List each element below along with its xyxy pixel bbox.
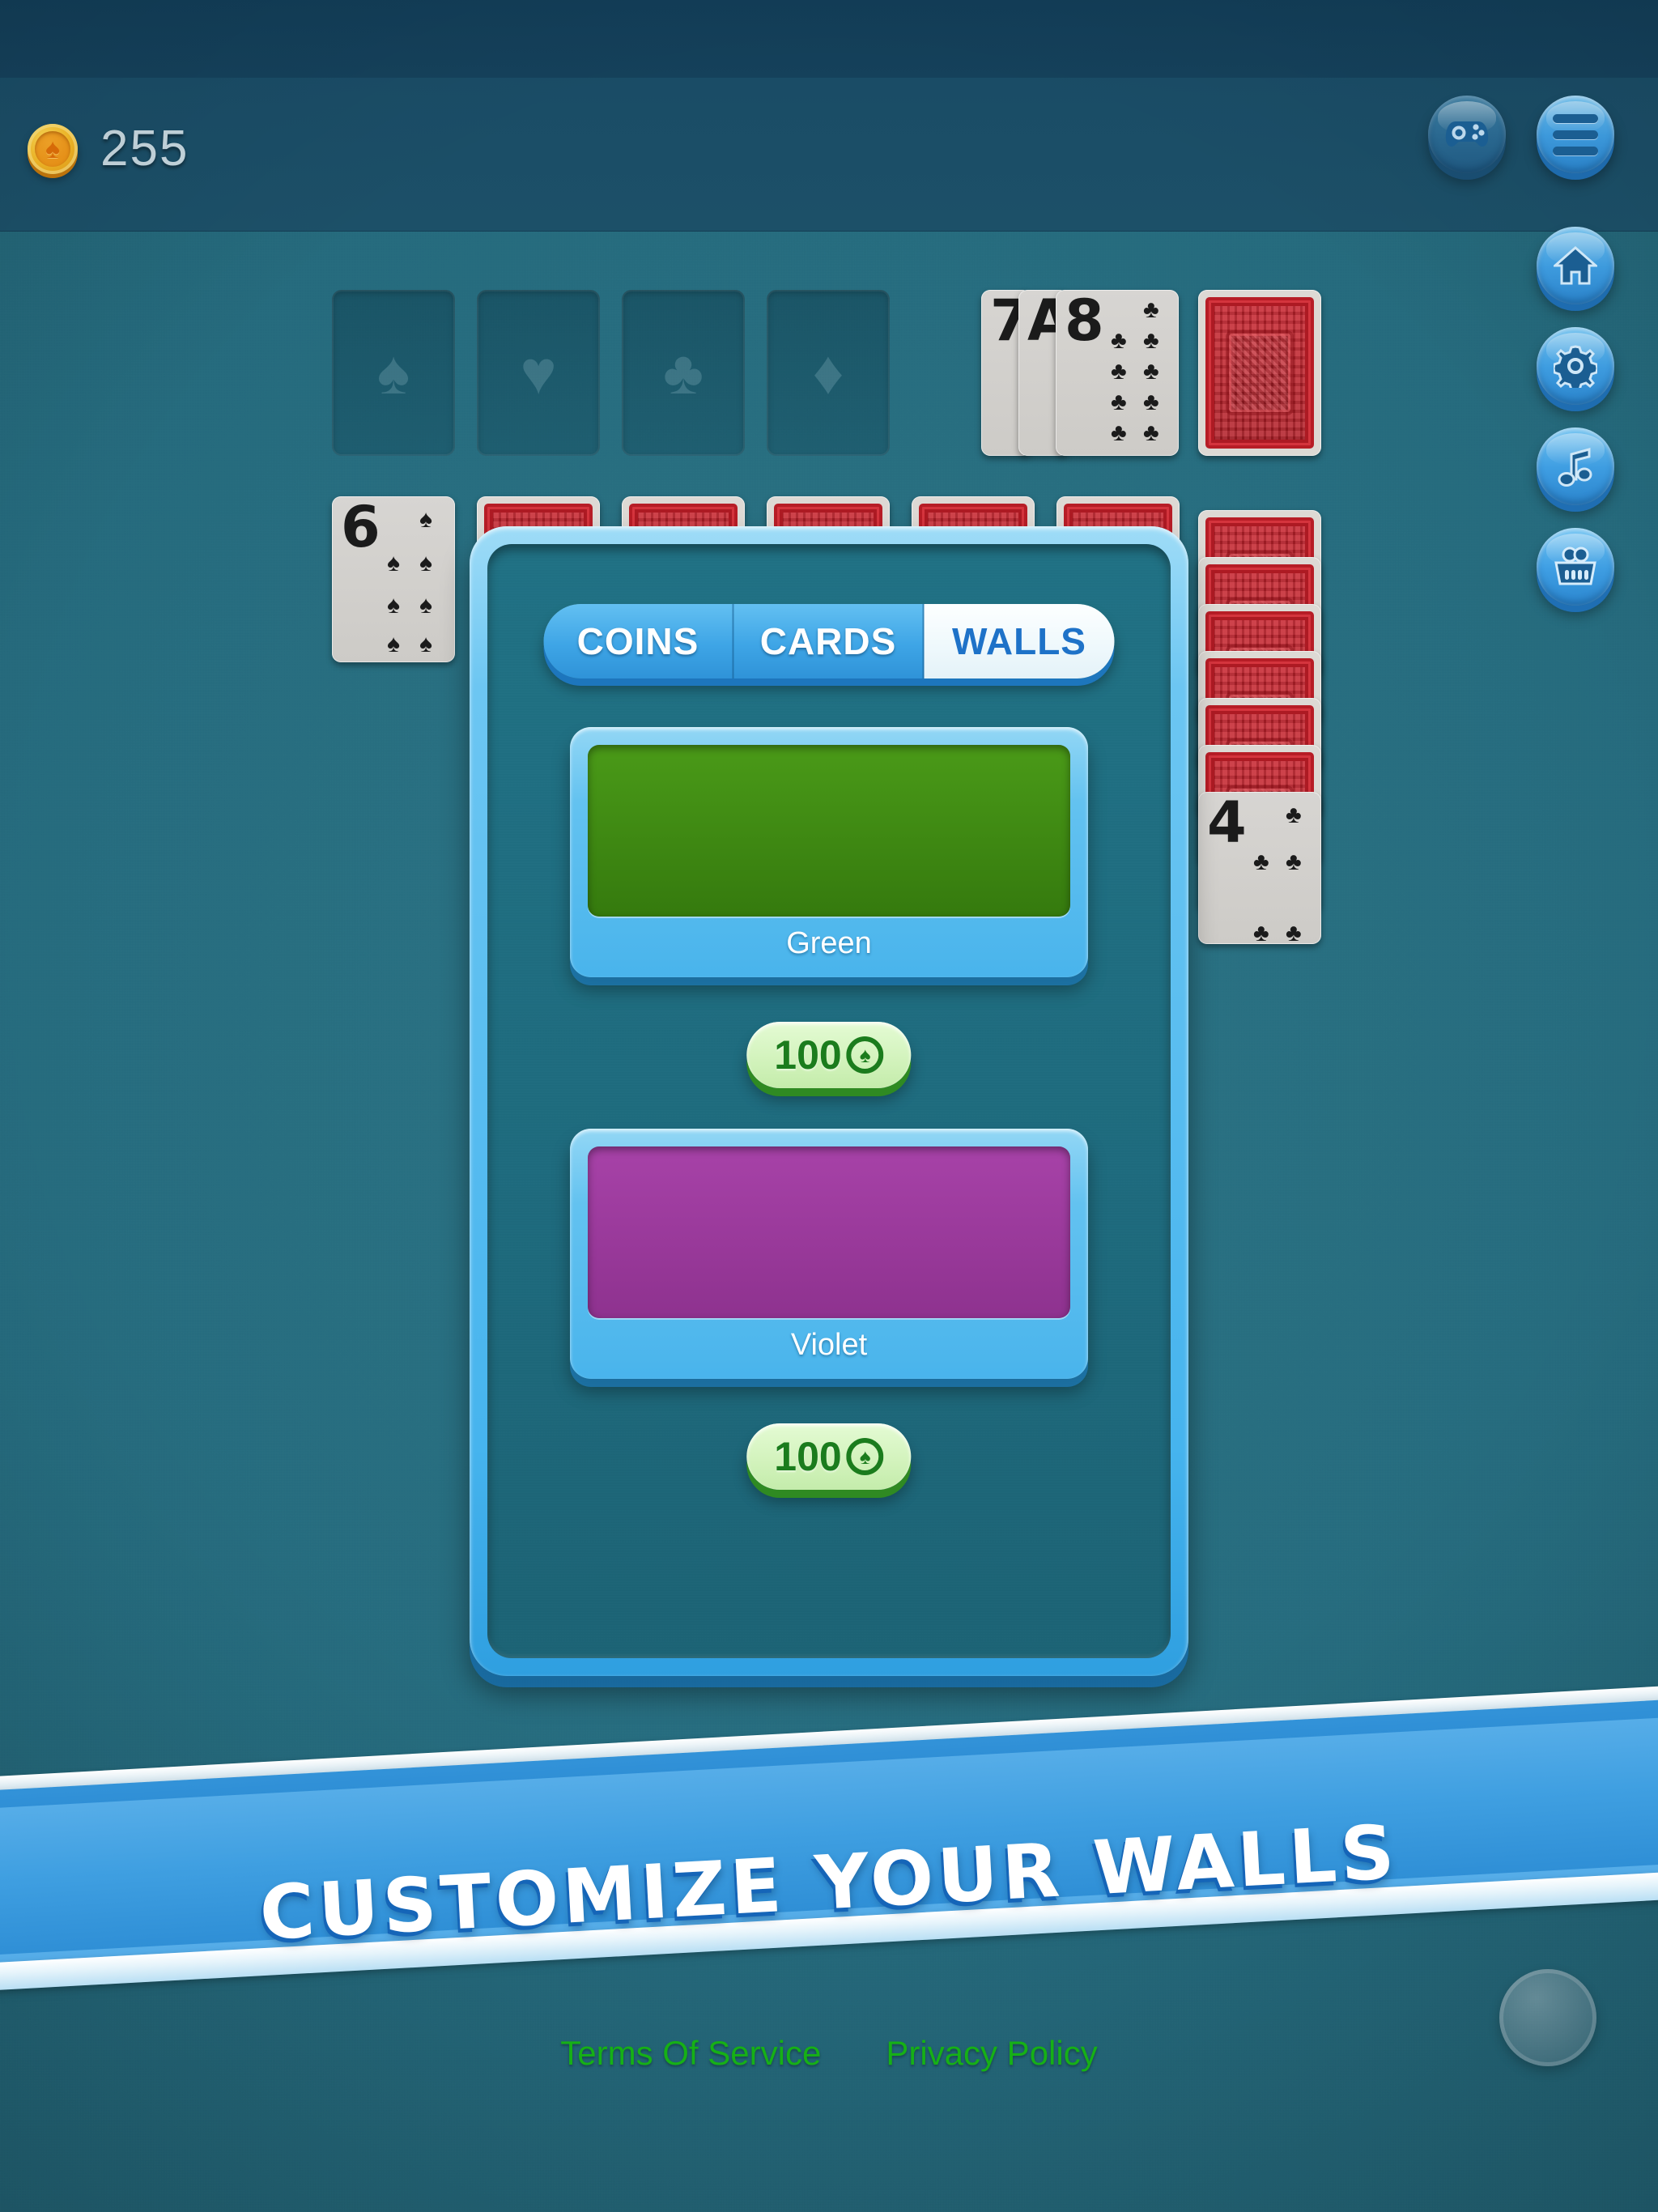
coin-count-label: 255 xyxy=(100,121,189,177)
music-note-icon xyxy=(1558,448,1592,487)
gear-icon xyxy=(1554,345,1597,388)
wall-color-swatch-green[interactable] xyxy=(588,745,1070,917)
tab-cards[interactable]: CARDS xyxy=(733,604,925,678)
shopping-basket-icon xyxy=(1554,547,1596,585)
tableau-card-4-clubs[interactable]: 4 ♣ ♣ ♣ ♣ ♣ xyxy=(1198,789,1321,946)
tab-walls[interactable]: WALLS xyxy=(924,604,1115,678)
spade-icon: ♠ xyxy=(376,338,410,407)
shop-dialog-body: COINS CARDS WALLS Green 100 ♠ Violet 100… xyxy=(487,544,1171,1658)
foundation-slot-diamond[interactable]: ♦ xyxy=(767,290,890,456)
shop-tabs: COINS CARDS WALLS xyxy=(543,604,1115,678)
foundation-slot-heart[interactable]: ♥ xyxy=(477,290,600,456)
price-amount: 100 xyxy=(774,1434,842,1479)
card-pips: ♣ ♣ ♣ ♣ ♣ ♣ ♣ ♣ ♣ xyxy=(1111,296,1159,446)
hamburger-menu-icon xyxy=(1553,113,1598,155)
wall-swatch-frame[interactable]: Green xyxy=(570,727,1088,977)
wall-price-violet[interactable]: 100 ♠ xyxy=(746,1423,912,1490)
club-icon: ♣ xyxy=(663,338,704,407)
music-button[interactable] xyxy=(1537,428,1614,505)
status-strip xyxy=(0,0,1658,78)
home-button[interactable] xyxy=(1537,227,1614,304)
tableau-card-6-spades[interactable]: 6 ♠ ♠ ♠ ♠ ♠ ♠ ♠ xyxy=(332,496,455,662)
heart-icon: ♥ xyxy=(520,338,557,407)
home-icon xyxy=(1554,246,1597,285)
foundation-slot-spade[interactable]: ♠ xyxy=(332,290,455,456)
corner-round-button[interactable] xyxy=(1499,1969,1596,2066)
shop-dialog: COINS CARDS WALLS Green 100 ♠ Violet 100… xyxy=(470,526,1188,1676)
wall-price-green[interactable]: 100 ♠ xyxy=(746,1022,912,1088)
diamond-icon: ♦ xyxy=(812,338,844,407)
privacy-policy-link[interactable]: Privacy Policy xyxy=(886,2034,1097,2073)
terms-of-service-link[interactable]: Terms Of Service xyxy=(560,2034,821,2073)
card-rank: 4 xyxy=(1207,789,1247,856)
wall-swatch-frame[interactable]: Violet xyxy=(570,1129,1088,1379)
spade-coin-icon: ♠ xyxy=(847,1036,884,1074)
tab-coins[interactable]: COINS xyxy=(543,604,734,678)
wall-item-violet[interactable]: Violet xyxy=(570,1129,1088,1379)
wall-item-green[interactable]: Green xyxy=(570,727,1088,977)
footer-links: Terms Of Service Privacy Policy xyxy=(0,2034,1658,2073)
spade-coin-icon: ♠ xyxy=(847,1438,884,1475)
gamepad-button[interactable] xyxy=(1428,96,1506,173)
waste-card-8-clubs[interactable]: 8 ♣ ♣ ♣ ♣ ♣ ♣ ♣ ♣ ♣ xyxy=(1056,290,1179,456)
gamepad-icon xyxy=(1445,121,1489,147)
settings-button[interactable] xyxy=(1537,327,1614,405)
coin-balance[interactable]: ♠ 255 xyxy=(28,120,189,177)
menu-button[interactable] xyxy=(1537,96,1614,173)
wall-label-violet: Violet xyxy=(790,1328,868,1362)
card-pips: ♠ ♠ ♠ ♠ ♠ ♠ ♠ xyxy=(387,506,432,657)
foundation-slot-club[interactable]: ♣ xyxy=(622,290,745,456)
stock-pile[interactable] xyxy=(1198,290,1321,456)
card-rank: 6 xyxy=(341,494,380,560)
shop-button[interactable] xyxy=(1537,528,1614,606)
card-back-pattern xyxy=(1205,297,1314,449)
price-amount: 100 xyxy=(774,1032,842,1078)
card-pips: ♣ ♣ ♣ ♣ ♣ xyxy=(1253,802,1302,946)
header-bar xyxy=(0,78,1658,232)
card-rank: 8 xyxy=(1065,287,1104,354)
wall-label-green: Green xyxy=(786,926,872,960)
spade-coin-icon: ♠ xyxy=(28,123,78,174)
wall-color-swatch-violet[interactable] xyxy=(588,1146,1070,1318)
